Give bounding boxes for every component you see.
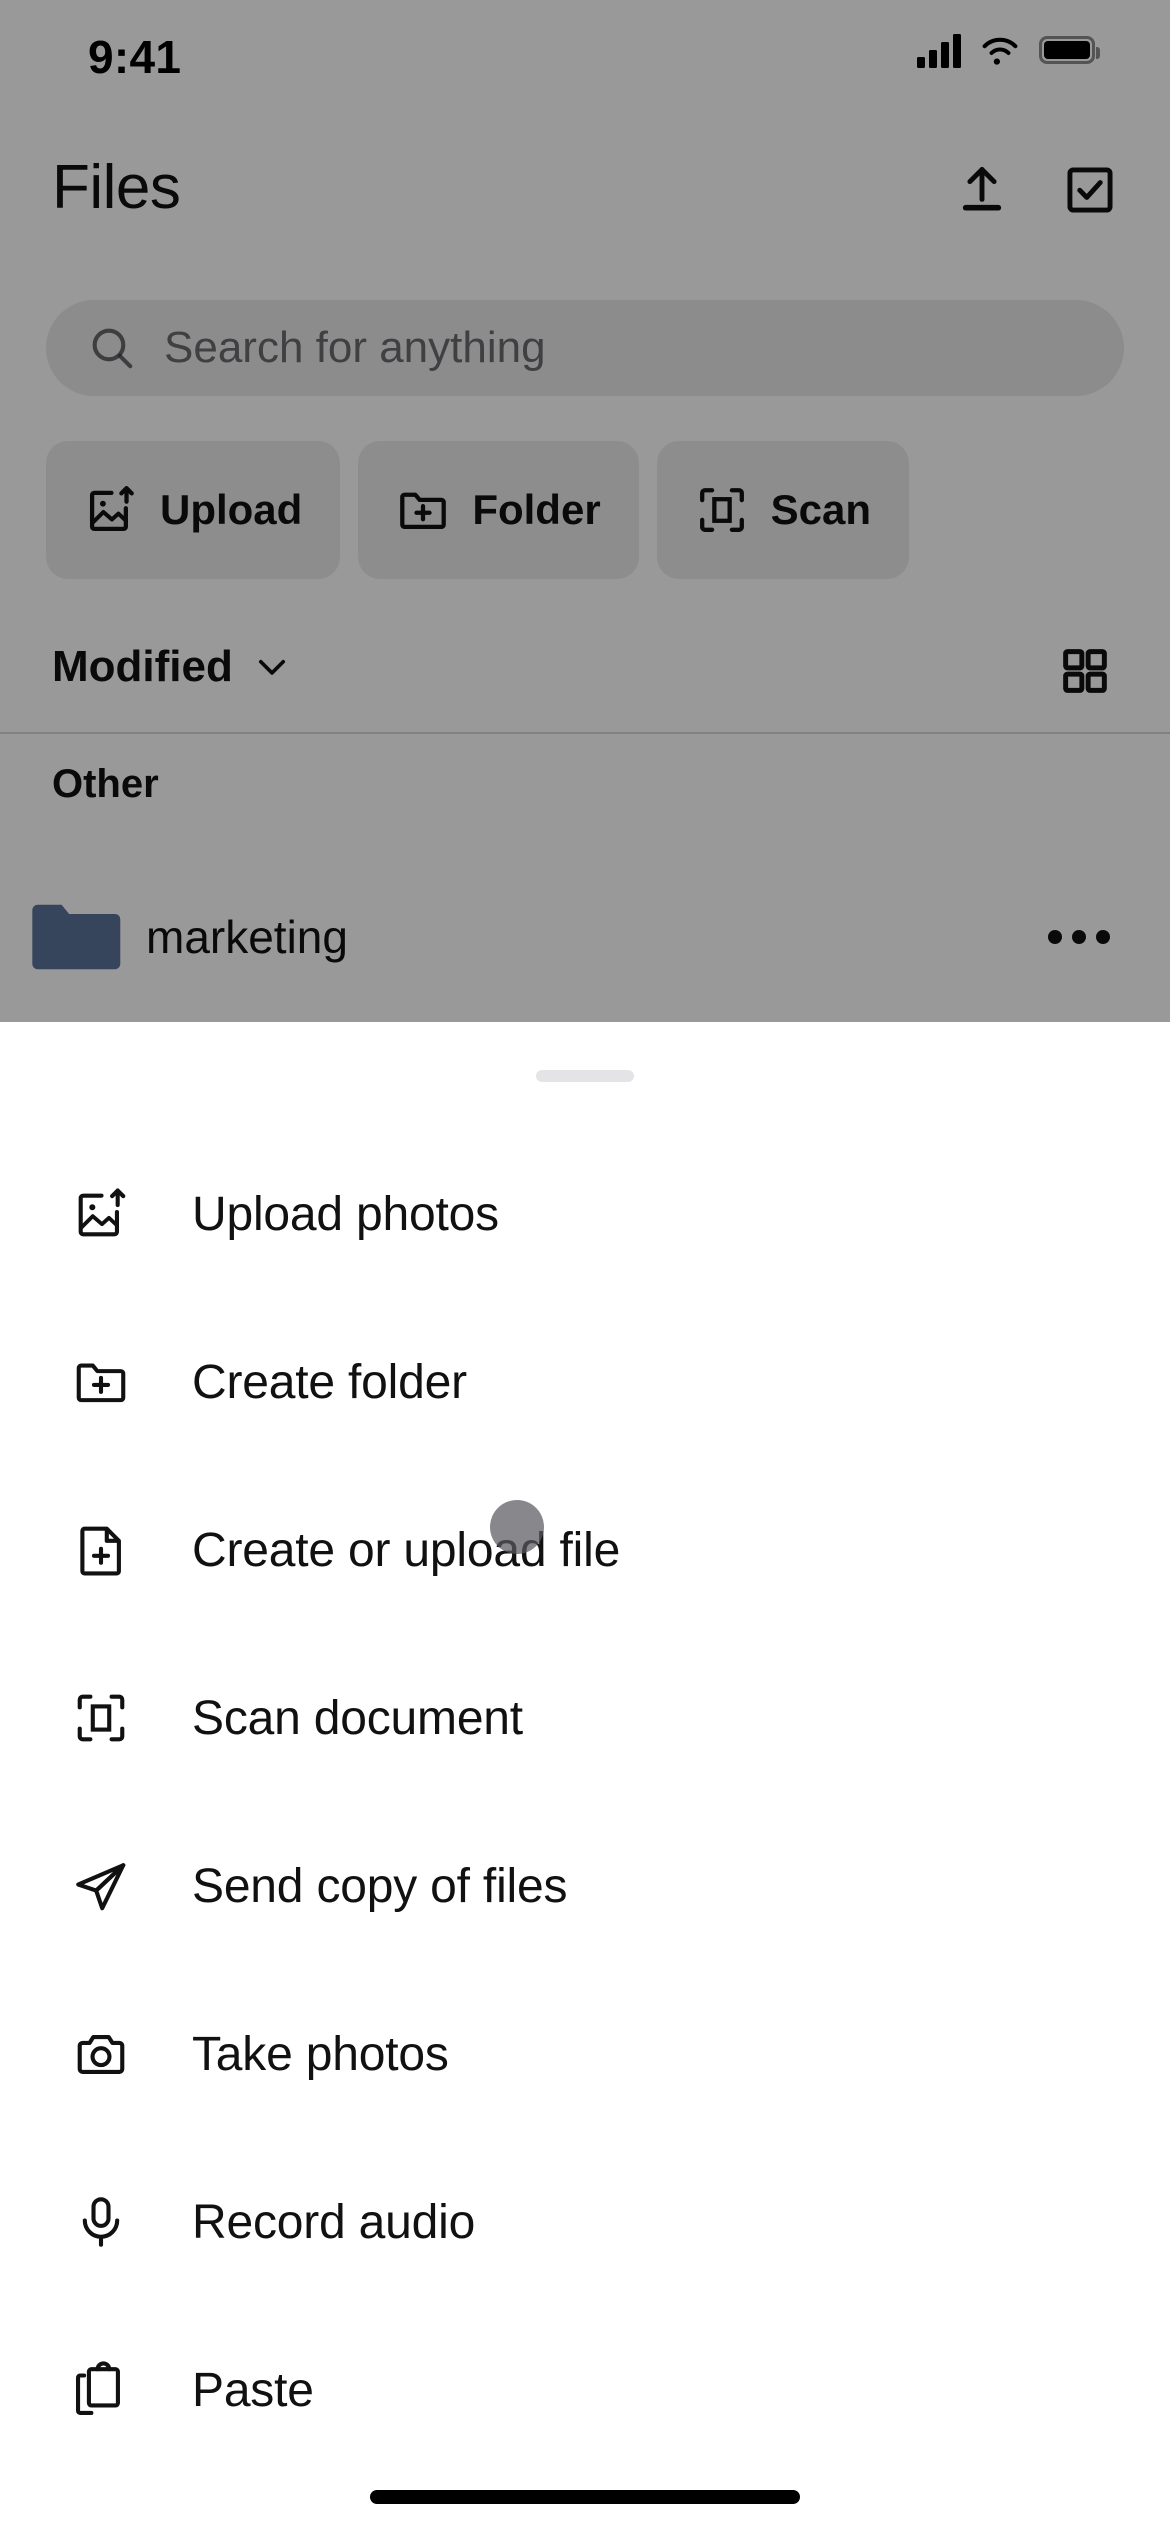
menu-item-paste[interactable]: Paste — [0, 2306, 1170, 2474]
menu-item-upload-photos[interactable]: Upload photos — [0, 1130, 1170, 1298]
microphone-icon — [72, 2193, 130, 2251]
phone-screen: 9:41 Files Search for anything Upload Fo… — [0, 0, 1170, 2532]
file-plus-icon — [72, 1521, 130, 1579]
menu-item-create-or-upload-file[interactable]: Create or upload file — [0, 1466, 1170, 1634]
menu-item-label: Upload photos — [192, 1187, 499, 1241]
send-paper-plane-icon — [72, 1857, 130, 1915]
action-bottom-sheet: Upload photos Create folder Create or up… — [0, 1022, 1170, 2532]
menu-item-label: Record audio — [192, 2195, 476, 2249]
touch-indicator — [490, 1500, 544, 1554]
menu-item-label: Take photos — [192, 2027, 449, 2081]
menu-item-label: Scan document — [192, 1691, 523, 1745]
home-indicator[interactable] — [370, 2490, 800, 2504]
menu-item-take-photos[interactable]: Take photos — [0, 1970, 1170, 2138]
menu-item-scan-document[interactable]: Scan document — [0, 1634, 1170, 1802]
sheet-drag-handle[interactable] — [536, 1070, 634, 1082]
menu-item-label: Create folder — [192, 1355, 467, 1409]
camera-icon — [72, 2025, 130, 2083]
modal-scrim[interactable] — [0, 0, 1170, 1022]
menu-item-label: Paste — [192, 2363, 314, 2417]
menu-item-label: Create or upload file — [192, 1523, 621, 1577]
scan-frame-icon — [72, 1689, 130, 1747]
menu-item-create-folder[interactable]: Create folder — [0, 1298, 1170, 1466]
menu-item-label: Send copy of files — [192, 1859, 568, 1913]
clipboard-paste-icon — [72, 2361, 130, 2419]
image-upload-icon — [72, 1185, 130, 1243]
sheet-menu-list: Upload photos Create folder Create or up… — [0, 1130, 1170, 2474]
folder-plus-icon — [72, 1353, 130, 1411]
menu-item-send-copy-of-files[interactable]: Send copy of files — [0, 1802, 1170, 1970]
menu-item-record-audio[interactable]: Record audio — [0, 2138, 1170, 2306]
